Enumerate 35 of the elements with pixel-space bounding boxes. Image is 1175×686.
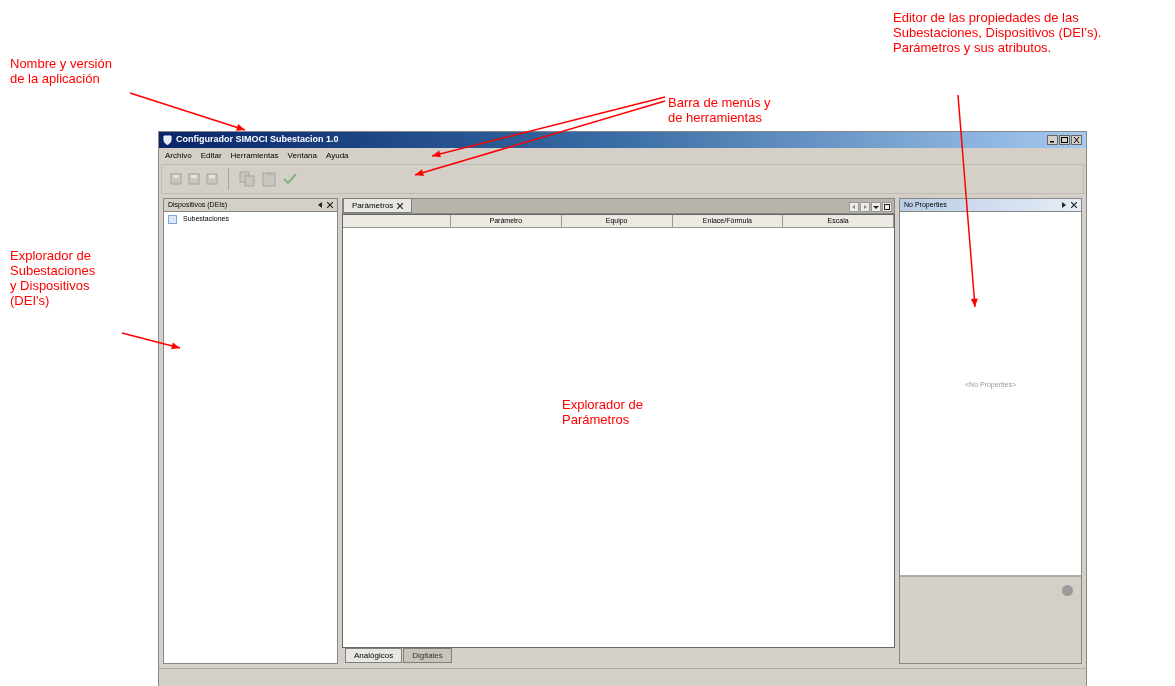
annotation-text: Explorador de Subestaciones y Dispositivos (DEI's) [10,248,96,308]
arrow [121,332,181,350]
tab[interactable]: Digitales [403,648,452,663]
tab[interactable]: Analógicos [345,648,403,663]
scroll-down-button[interactable] [871,202,881,212]
close-icon[interactable] [1071,202,1077,208]
annotation-text: Nombre y versión de la aplicación [10,56,112,86]
menu-item[interactable]: Ventana [287,150,317,162]
node-icon [168,214,177,224]
tab[interactable]: Parámetros [343,198,413,213]
right-arrow-icon [862,204,868,210]
restore-button[interactable] [882,202,892,212]
annotation-text: Barra de menús y de herramientas [668,95,771,125]
scroll-left-button[interactable] [849,202,859,212]
window-title: Configurador SIMOCI Subestacion 1.0 [176,133,339,147]
maximize-icon [1061,137,1068,143]
left-arrow-icon [851,204,857,210]
annotation-text: Editor de las propiedades de las Subestaciones, Dispositivos (DEI's). Parámetros y sus atributos. [893,10,1102,55]
close-icon [1073,137,1080,143]
maximize-button[interactable] [1059,135,1070,145]
minimize-panel-icon[interactable] [317,202,323,208]
down-arrow-icon [873,204,879,210]
annotation-text: Explorador de Parámetros [562,397,643,427]
menu-item[interactable]: Archivo [165,150,192,162]
minimize-button[interactable] [1047,135,1058,145]
menu-item[interactable]: Ayuda [326,150,349,162]
menu-item[interactable]: Editar [200,150,222,162]
shield-icon [163,135,172,145]
close-icon[interactable] [327,202,333,208]
close-icon[interactable] [397,202,404,209]
check-icon[interactable] [283,173,297,185]
menu-item[interactable]: Herramientas [230,150,279,162]
close-button[interactable] [1071,135,1082,145]
minimize-panel-icon[interactable] [1061,202,1067,208]
clipboard-icon[interactable] [261,171,277,187]
